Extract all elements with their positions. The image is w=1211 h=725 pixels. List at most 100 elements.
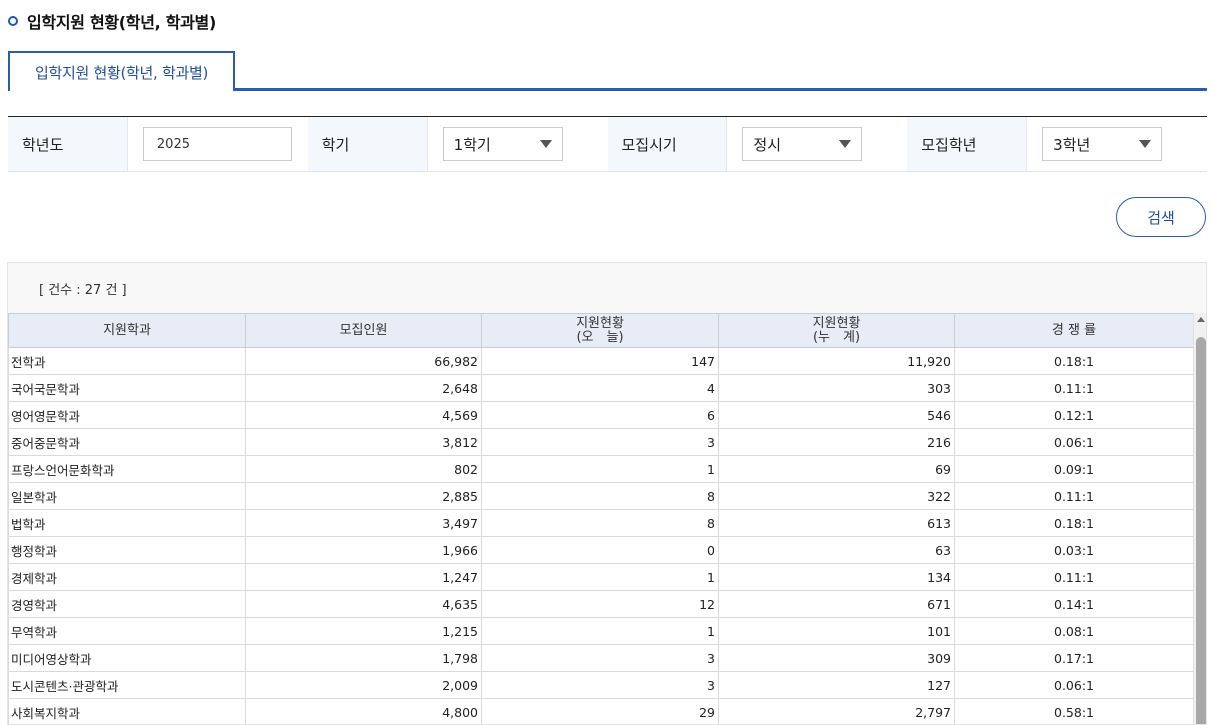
cell-dept: 경영학과 (8, 590, 246, 618)
grade-select[interactable]: 3학년 (1042, 127, 1163, 161)
table-row[interactable]: 영어영문학과 4,569 6 546 0.12:1 (8, 401, 1194, 429)
cell-recruit: 802 (245, 455, 482, 483)
cell-total: 2,797 (718, 698, 955, 724)
cell-ratio: 0.06:1 (954, 671, 1194, 699)
cell-recruit: 2,009 (245, 671, 482, 699)
table-row[interactable]: 일본학과 2,885 8 322 0.11:1 (8, 482, 1194, 510)
year-label: 학년도 (8, 117, 128, 171)
cell-total: 69 (718, 455, 955, 483)
cell-total: 11,920 (718, 347, 955, 375)
table-row[interactable]: 법학과 3,497 8 613 0.18:1 (8, 509, 1194, 537)
cell-dept: 사회복지학과 (8, 698, 246, 724)
result-count: [ 건수 : 27 건 ] (39, 283, 127, 298)
circle-bullet-icon (8, 16, 18, 26)
chevron-down-icon (539, 140, 552, 148)
table-row[interactable]: 도시콘텐츠·관광학과 2,009 3 127 0.06:1 (8, 671, 1194, 699)
table-row[interactable]: 경제학과 1,247 1 134 0.11:1 (8, 563, 1194, 591)
cell-total: 303 (718, 374, 955, 402)
cell-ratio: 0.58:1 (954, 698, 1194, 724)
cell-recruit: 1,247 (245, 563, 482, 591)
table-row[interactable]: 행정학과 1,966 0 63 0.03:1 (8, 536, 1194, 564)
cell-dept: 경제학과 (8, 563, 246, 591)
table-row[interactable]: 무역학과 1,215 1 101 0.08:1 (8, 617, 1194, 645)
cell-dept: 전학과 (8, 347, 246, 375)
semester-select[interactable]: 1학기 (442, 127, 563, 161)
semester-selected-value: 1학기 (453, 135, 491, 154)
cell-total: 63 (718, 536, 955, 564)
scrollbar-thumb[interactable] (1196, 337, 1206, 724)
cell-total: 322 (718, 482, 955, 510)
cell-ratio: 0.06:1 (954, 428, 1194, 456)
cell-total: 127 (718, 671, 955, 699)
cell-dept: 국어국문학과 (8, 374, 246, 402)
semester-label: 학기 (307, 117, 428, 171)
cell-today: 3 (481, 644, 719, 672)
cell-today: 29 (481, 698, 719, 724)
column-header-today[interactable]: 지원현황 (오 늘) (481, 313, 719, 348)
cell-ratio: 0.03:1 (954, 536, 1194, 564)
cell-today: 8 (481, 509, 719, 537)
cell-recruit: 1,798 (245, 644, 482, 672)
column-header-ratio[interactable]: 경 쟁 률 (954, 313, 1194, 348)
chevron-down-icon (839, 140, 852, 148)
column-header-dept[interactable]: 지원학과 (8, 313, 246, 348)
result-panel: [ 건수 : 27 건 ] 지원학과 모집인원 지원현황 (오 늘) 지원현황 (누… (7, 262, 1207, 725)
table-row[interactable]: 전학과 66,982 147 11,920 0.18:1 (8, 347, 1194, 375)
table-row[interactable]: 경영학과 4,635 12 671 0.14:1 (8, 590, 1194, 618)
table-row[interactable]: 프랑스언어문화학과 802 1 69 0.09:1 (8, 455, 1194, 483)
cell-recruit: 3,812 (245, 428, 482, 456)
table-row[interactable]: 사회복지학과 4,800 29 2,797 0.58:1 (8, 698, 1194, 724)
cell-today: 8 (481, 482, 719, 510)
vertical-scrollbar[interactable] (1193, 313, 1206, 724)
tab-admission-status[interactable]: 입학지원 현황(학년, 학과별) (8, 51, 235, 91)
cell-today: 0 (481, 536, 719, 564)
cell-total: 309 (718, 644, 955, 672)
page-heading: 입학지원 현황(학년, 학과별) (8, 10, 216, 32)
cell-ratio: 0.17:1 (954, 644, 1194, 672)
result-table: 지원학과 모집인원 지원현황 (오 늘) 지원현황 (누 계) 경 쟁 률 전학과 6… (8, 313, 1194, 724)
cell-total: 613 (718, 509, 955, 537)
search-button[interactable]: 검색 (1116, 197, 1206, 237)
cell-dept: 프랑스언어문화학과 (8, 455, 246, 483)
period-select[interactable]: 정시 (742, 127, 863, 161)
cell-total: 216 (718, 428, 955, 456)
cell-recruit: 3,497 (245, 509, 482, 537)
cell-dept: 도시콘텐츠·관광학과 (8, 671, 246, 699)
cell-ratio: 0.18:1 (954, 347, 1194, 375)
cell-ratio: 0.14:1 (954, 590, 1194, 618)
cell-recruit: 2,885 (245, 482, 482, 510)
cell-total: 546 (718, 401, 955, 429)
cell-today: 1 (481, 455, 719, 483)
table-row[interactable]: 미디어영상학과 1,798 3 309 0.17:1 (8, 644, 1194, 672)
column-header-total[interactable]: 지원현황 (누 계) (718, 313, 955, 348)
year-input[interactable]: 2025 (142, 127, 292, 161)
scroll-up-arrow-icon[interactable] (1197, 317, 1205, 322)
cell-ratio: 0.11:1 (954, 563, 1194, 591)
cell-ratio: 0.11:1 (954, 374, 1194, 402)
cell-dept: 무역학과 (8, 617, 246, 645)
table-row[interactable]: 국어국문학과 2,648 4 303 0.11:1 (8, 374, 1194, 402)
period-selected-value: 정시 (753, 135, 782, 154)
grade-label: 모집학년 (907, 117, 1028, 171)
cell-dept: 중어중문학과 (8, 428, 246, 456)
cell-total: 101 (718, 617, 955, 645)
chevron-down-icon (1139, 140, 1152, 148)
cell-today: 4 (481, 374, 719, 402)
column-header-recruit[interactable]: 모집인원 (245, 313, 482, 348)
page-title: 입학지원 현황(학년, 학과별) (27, 13, 216, 32)
tab-label: 입학지원 현황(학년, 학과별) (34, 63, 208, 82)
cell-today: 3 (481, 428, 719, 456)
table-row[interactable]: 중어중문학과 3,812 3 216 0.06:1 (8, 428, 1194, 456)
cell-ratio: 0.18:1 (954, 509, 1194, 537)
cell-today: 1 (481, 563, 719, 591)
grade-selected-value: 3학년 (1053, 135, 1091, 154)
cell-today: 12 (481, 590, 719, 618)
cell-recruit: 1,215 (245, 617, 482, 645)
cell-dept: 영어영문학과 (8, 401, 246, 429)
period-label: 모집시기 (607, 117, 728, 171)
cell-recruit: 4,800 (245, 698, 482, 724)
cell-ratio: 0.11:1 (954, 482, 1194, 510)
cell-ratio: 0.12:1 (954, 401, 1194, 429)
cell-dept: 법학과 (8, 509, 246, 537)
cell-recruit: 4,635 (245, 590, 482, 618)
